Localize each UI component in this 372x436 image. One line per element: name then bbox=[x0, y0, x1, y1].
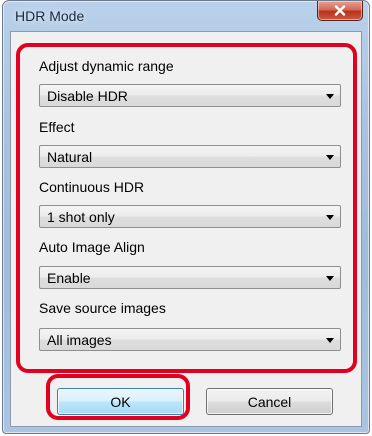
continuous-hdr-value: 1 shot only bbox=[47, 209, 115, 225]
chevron-down-icon bbox=[326, 338, 334, 343]
cancel-button[interactable]: Cancel bbox=[206, 388, 333, 415]
save-source-images-select[interactable]: All images bbox=[39, 328, 341, 351]
close-icon bbox=[334, 5, 346, 16]
continuous-hdr-label: Continuous HDR bbox=[39, 179, 145, 195]
hdr-mode-dialog: HDR Mode Adjust dynamic range Disable HD… bbox=[2, 0, 370, 434]
chevron-down-icon bbox=[326, 155, 334, 160]
ok-button[interactable]: OK bbox=[57, 388, 184, 415]
chevron-down-icon bbox=[326, 94, 334, 99]
effect-label: Effect bbox=[39, 119, 75, 135]
adjust-dynamic-range-value: Disable HDR bbox=[47, 88, 128, 104]
auto-image-align-value: Enable bbox=[47, 270, 91, 286]
auto-image-align-label: Auto Image Align bbox=[39, 239, 145, 255]
dialog-body: Adjust dynamic range Disable HDR Effect … bbox=[10, 31, 362, 427]
effect-value: Natural bbox=[47, 149, 93, 165]
title-bar[interactable]: HDR Mode bbox=[3, 1, 369, 31]
close-button[interactable] bbox=[317, 1, 363, 21]
chevron-down-icon bbox=[326, 276, 334, 281]
chevron-down-icon bbox=[326, 215, 334, 220]
continuous-hdr-select[interactable]: 1 shot only bbox=[39, 205, 341, 228]
auto-image-align-select[interactable]: Enable bbox=[39, 266, 341, 289]
adjust-dynamic-range-select[interactable]: Disable HDR bbox=[39, 84, 341, 107]
dialog-title: HDR Mode bbox=[15, 8, 85, 24]
effect-select[interactable]: Natural bbox=[39, 145, 341, 168]
save-source-images-label: Save source images bbox=[39, 300, 166, 316]
adjust-dynamic-range-label: Adjust dynamic range bbox=[39, 58, 174, 74]
save-source-images-value: All images bbox=[47, 332, 112, 348]
